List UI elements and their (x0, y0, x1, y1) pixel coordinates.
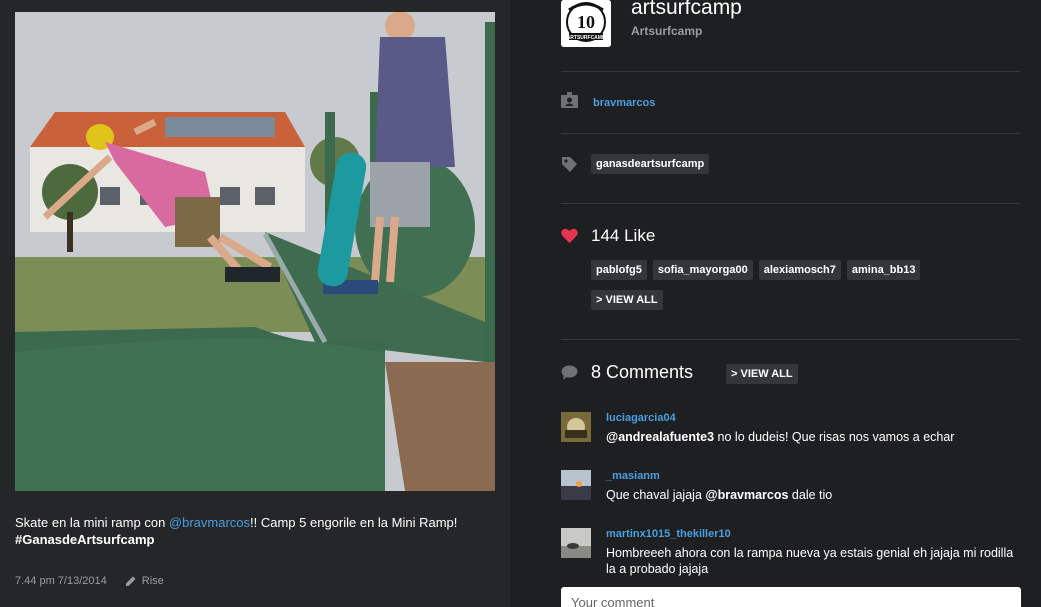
commenter-username[interactable]: _masianm (606, 470, 660, 482)
commenter-avatar[interactable] (561, 470, 591, 500)
likes-count: 144 Like (591, 226, 656, 245)
post-photo[interactable] (15, 12, 495, 491)
logo-number: 10 (577, 12, 595, 32)
profile-avatar[interactable]: 10 ARTSURFCAMP (561, 0, 611, 47)
caption-text: Skate en la mini ramp con (15, 515, 169, 530)
divider (561, 203, 1020, 204)
likers-list: pablofg5 sofia_mayorga00 alexiamosch7 amina… (591, 260, 1011, 280)
profile-full-name: Artsurfcamp (631, 24, 703, 38)
commenter-username[interactable]: luciagarcia04 (606, 412, 676, 424)
media-panel: Skate en la mini ramp con @bravmarcos!! … (0, 0, 510, 607)
comment-mention-link[interactable]: @andrealafuente3 (606, 430, 714, 444)
caption-mention-link[interactable]: @bravmarcos (169, 515, 250, 530)
user-tag-icon (561, 92, 578, 108)
liker-chip[interactable]: sofia_mayorga00 (652, 260, 753, 280)
caption-text-suffix: !! Camp 5 engorile en la Mini Ramp! (250, 515, 458, 530)
post-meta: 7.44 pm 7/13/2014 Rise (15, 575, 164, 587)
hashtag-list: ganasdeartsurfcamp (591, 154, 715, 174)
tagged-user-link[interactable]: bravmarcos (593, 97, 655, 109)
comment-text: Que chaval jajaja @bravmarcos dale tio (606, 487, 1016, 503)
comment-text: @andrealafuente3 no lo dudeis! Que risas… (606, 429, 1016, 445)
pencil-icon (125, 576, 136, 586)
profile-username[interactable]: artsurfcamp (631, 0, 742, 20)
divider (561, 133, 1020, 134)
post-caption: Skate en la mini ramp con @bravmarcos!! … (15, 514, 495, 548)
liker-chip[interactable]: amina_bb13 (846, 260, 921, 280)
commenter-avatar[interactable] (561, 412, 591, 442)
comment-body: Que chaval jajaja (606, 488, 706, 502)
likes-view-all-button[interactable]: > VIEW ALL (591, 290, 663, 310)
filter-name: Rise (141, 575, 164, 587)
liker-chip[interactable]: alexiamosch7 (758, 260, 841, 280)
comment-text: Hombreeeh ahora con la rampa nueva ya es… (606, 546, 1014, 576)
comments-count: 8 Comments (591, 362, 694, 382)
caption-hashtag-link[interactable]: #GanasdeArtsurfcamp (15, 532, 154, 547)
details-panel: 10 ARTSURFCAMP artsurfcamp Artsurfcamp b… (510, 0, 1041, 607)
commenter-avatar[interactable] (561, 528, 591, 558)
tag-icon (562, 157, 577, 172)
commenter-username[interactable]: martinx1015_thekiller10 (606, 528, 731, 540)
heart-icon (561, 228, 578, 243)
logo-subtext: ARTSURFCAMP (567, 35, 606, 41)
comment-body-suffix: dale tio (788, 488, 833, 502)
comments-view-all-button[interactable]: > VIEW ALL (726, 364, 798, 384)
comment-mention-link[interactable]: @bravmarcos (705, 488, 788, 502)
divider (561, 71, 1020, 72)
hashtag-chip[interactable]: ganasdeartsurfcamp (591, 154, 710, 174)
filter-info: Rise (125, 575, 164, 587)
comment-input[interactable]: Your comment (561, 587, 1021, 607)
liker-chip[interactable]: pablofg5 (591, 260, 647, 280)
comment-body: no lo dudeis! Que risas nos vamos a echa… (714, 430, 955, 444)
divider (561, 339, 1020, 340)
post-page: Skate en la mini ramp con @bravmarcos!! … (0, 0, 1041, 607)
comment-bubble-icon (561, 365, 578, 380)
post-timestamp: 7.44 pm 7/13/2014 (15, 575, 107, 587)
